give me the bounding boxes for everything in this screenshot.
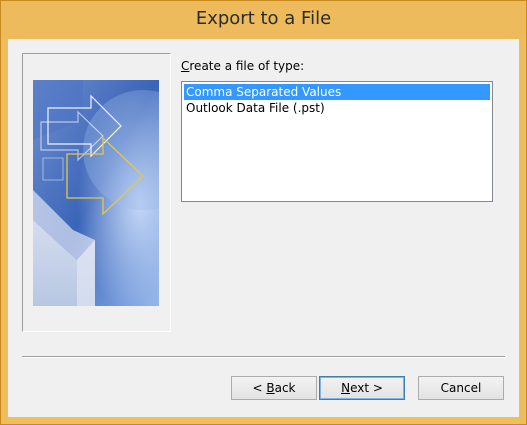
wizard-graphic-panel	[22, 53, 171, 332]
cancel-button[interactable]: Cancel	[418, 376, 504, 400]
back-button-text: ack	[274, 381, 296, 395]
button-separator	[22, 356, 505, 358]
next-button-text: ext >	[350, 381, 383, 395]
export-dialog-window: Export to a File Create a file of type: …	[0, 0, 527, 425]
list-item-pst[interactable]: Outlook Data File (.pst)	[184, 100, 490, 116]
dialog-client-area: Create a file of type: Comma Separated V…	[8, 39, 519, 417]
back-button[interactable]: < Back	[231, 376, 317, 400]
next-button[interactable]: Next >	[319, 376, 405, 400]
wizard-arrows-graphic	[33, 80, 159, 306]
list-item-csv[interactable]: Comma Separated Values	[184, 84, 490, 100]
back-button-prefix: <	[252, 381, 267, 395]
file-type-listbox[interactable]: Comma Separated Values Outlook Data File…	[181, 81, 493, 202]
title-bar[interactable]: Export to a File	[1, 1, 526, 39]
next-button-mnemonic: N	[341, 381, 351, 395]
back-button-mnemonic: B	[266, 381, 275, 395]
file-type-label-text: reate a file of type:	[189, 59, 305, 73]
window-title: Export to a File	[195, 8, 332, 29]
file-type-label: Create a file of type:	[181, 59, 304, 73]
